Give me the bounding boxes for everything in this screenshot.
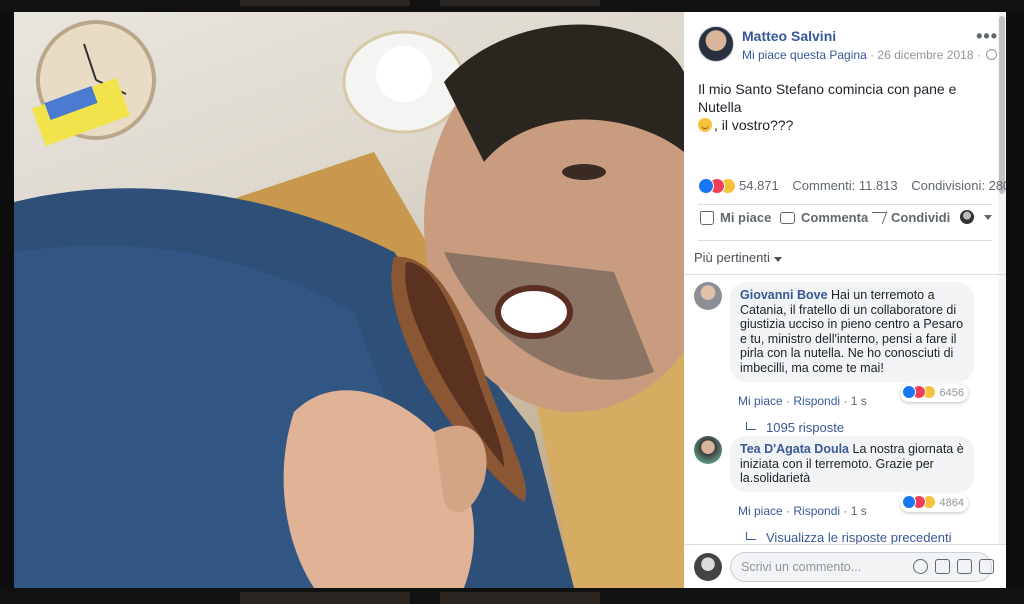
comments-count-link[interactable]: Commenti: 11.813 bbox=[792, 178, 897, 193]
comment-button[interactable]: Commenta bbox=[780, 210, 868, 225]
profile-icon bbox=[960, 210, 974, 224]
share-button-label: Condividi bbox=[891, 210, 951, 225]
post-text-line2: , il vostro??? bbox=[714, 117, 794, 133]
background-thumbnail bbox=[440, 0, 600, 6]
comment-reply-link[interactable]: Rispondi bbox=[793, 504, 840, 518]
meta-separator: · bbox=[866, 48, 878, 62]
like-page-link[interactable]: Mi piace questa Pagina bbox=[742, 48, 867, 62]
commenter-avatar[interactable] bbox=[694, 436, 722, 464]
comment-time[interactable]: 1 s bbox=[851, 394, 867, 408]
comment-reactions[interactable]: 4864 bbox=[899, 494, 968, 512]
smile-emoji-icon bbox=[698, 118, 712, 132]
chevron-down-icon bbox=[773, 257, 782, 262]
chevron-down-icon bbox=[984, 214, 992, 220]
comment-item: Giovanni Bove Hai un terremoto a Catania… bbox=[694, 282, 994, 435]
comment-item: Tea D'Agata Doula La nostra giornata è i… bbox=[694, 436, 994, 546]
post-meta: Mi piace questa Pagina · 26 dicembre 201… bbox=[742, 48, 998, 62]
view-replies-label: 1095 risposte bbox=[766, 420, 845, 435]
footer-dot: · bbox=[843, 394, 848, 408]
page-name-link[interactable]: Matteo Salvini bbox=[742, 28, 836, 44]
background-thumbnail bbox=[240, 0, 410, 6]
comment-button-label: Commenta bbox=[801, 210, 869, 225]
globe-icon bbox=[986, 49, 998, 60]
post-header: Matteo Salvini Mi piace questa Pagina · … bbox=[698, 26, 998, 66]
post-date[interactable]: 26 dicembre 2018 bbox=[877, 48, 973, 62]
panel-scrollbar[interactable] bbox=[998, 12, 1006, 588]
share-button[interactable]: Condividi bbox=[867, 210, 951, 225]
post-text: Il mio Santo Stefano comincia con pane e… bbox=[698, 80, 988, 134]
share-arrow-icon bbox=[867, 211, 888, 224]
comment-bubble: Tea D'Agata Doula La nostra giornata è i… bbox=[730, 436, 974, 492]
photo-illustration bbox=[14, 20, 684, 588]
camera-icon[interactable] bbox=[935, 559, 950, 574]
comment-footer: Mi piace · Rispondi · 1 s bbox=[738, 394, 867, 408]
divider bbox=[684, 274, 1006, 275]
commenter-name-link[interactable]: Giovanni Bove bbox=[740, 288, 828, 302]
comment-reaction-count: 4864 bbox=[939, 497, 964, 509]
comment-like-link[interactable]: Mi piace bbox=[738, 504, 783, 518]
emoji-icon[interactable] bbox=[913, 559, 928, 574]
comment-time[interactable]: 1 s bbox=[851, 504, 867, 518]
comment-composer: Scrivi un commento... bbox=[684, 544, 1006, 588]
more-options-icon[interactable]: ••• bbox=[976, 26, 998, 47]
reply-arrow-icon bbox=[746, 422, 756, 430]
page-avatar[interactable] bbox=[698, 26, 734, 62]
post-actions: Mi piace Commenta Condividi bbox=[698, 210, 998, 232]
comment-footer: Mi piace · Rispondi · 1 s bbox=[738, 504, 867, 518]
scrollbar-thumb[interactable] bbox=[999, 16, 1005, 194]
sticker-icon[interactable] bbox=[979, 559, 994, 574]
divider bbox=[698, 240, 992, 241]
current-user-avatar[interactable] bbox=[694, 553, 722, 581]
view-replies-link[interactable]: 1095 risposte bbox=[746, 420, 844, 435]
like-button-label: Mi piace bbox=[720, 210, 772, 225]
comment-sort-dropdown[interactable]: Più pertinenti bbox=[694, 250, 782, 265]
meta-separator: · bbox=[973, 48, 985, 62]
view-previous-replies-link[interactable]: Visualizza le risposte precedenti bbox=[746, 530, 951, 545]
comment-reaction-count: 6456 bbox=[939, 387, 964, 399]
background-thumbnail bbox=[240, 592, 410, 604]
like-button[interactable]: Mi piace bbox=[700, 210, 771, 225]
reactions-count: 54.871 bbox=[739, 178, 779, 193]
footer-dot: · bbox=[786, 394, 791, 408]
post-text-line1: Il mio Santo Stefano comincia con pane e… bbox=[698, 81, 957, 115]
post-as-selector[interactable] bbox=[960, 210, 992, 224]
footer-dot: · bbox=[843, 504, 848, 518]
comment-sort-label: Più pertinenti bbox=[694, 250, 770, 265]
thumbs-up-icon bbox=[700, 210, 714, 225]
post-side-panel: Matteo Salvini Mi piace questa Pagina · … bbox=[684, 12, 1006, 588]
post-photo[interactable] bbox=[14, 12, 684, 588]
background-thumbnail bbox=[440, 592, 600, 604]
comment-bubble: Giovanni Bove Hai un terremoto a Catania… bbox=[730, 282, 974, 382]
like-reaction-icon bbox=[901, 385, 916, 399]
footer-dot: · bbox=[786, 504, 791, 518]
shares-count-link[interactable]: Condivisioni: 2803 bbox=[911, 178, 1006, 193]
post-stats: 54.871 Commenti: 11.813 Condivisioni: 28… bbox=[698, 178, 1006, 196]
composer-tools bbox=[913, 559, 994, 574]
gif-icon[interactable] bbox=[957, 559, 972, 574]
comment-like-link[interactable]: Mi piace bbox=[738, 394, 783, 408]
like-reaction-icon bbox=[698, 178, 714, 194]
divider bbox=[698, 204, 992, 205]
reaction-summary[interactable]: 54.871 bbox=[698, 178, 782, 194]
commenter-name-link[interactable]: Tea D'Agata Doula bbox=[740, 442, 849, 456]
view-previous-replies-label: Visualizza le risposte precedenti bbox=[766, 530, 952, 545]
comment-reactions[interactable]: 6456 bbox=[899, 384, 968, 402]
like-reaction-icon bbox=[901, 495, 916, 509]
reply-arrow-icon bbox=[746, 532, 756, 540]
comment-reply-link[interactable]: Rispondi bbox=[793, 394, 840, 408]
speech-bubble-icon bbox=[780, 211, 795, 224]
commenter-avatar[interactable] bbox=[694, 282, 722, 310]
